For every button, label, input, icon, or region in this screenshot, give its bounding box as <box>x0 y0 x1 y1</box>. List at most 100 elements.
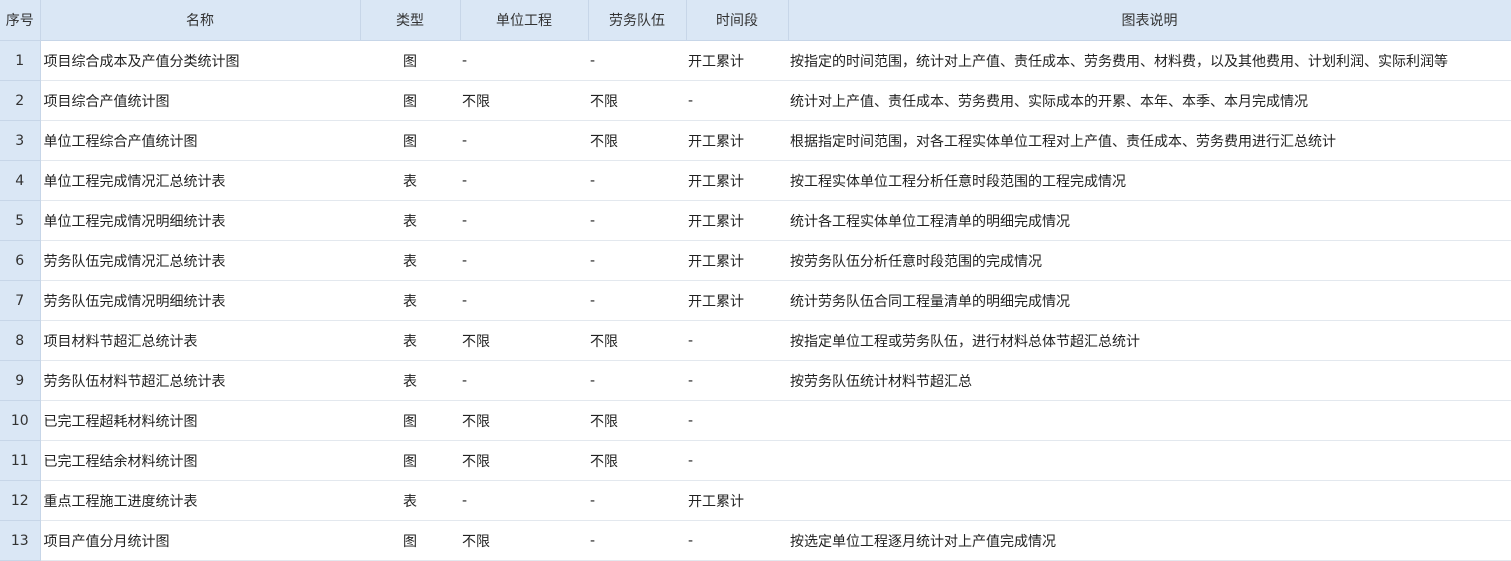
row-team: 不限 <box>588 320 686 361</box>
report-grid: 序号 名称 类型 单位工程 劳务队伍 时间段 图表说明 1 项目综合成本及产值分类… <box>0 0 1511 561</box>
row-period: 开工累计 <box>686 240 788 281</box>
table-row[interactable]: 12 重点工程施工进度统计表表 - - 开工累计 <box>0 480 1511 521</box>
row-type: 图 <box>360 80 460 121</box>
row-period: 开工累计 <box>686 280 788 321</box>
row-unit: 不限 <box>460 440 588 481</box>
row-type: 图 <box>360 120 460 161</box>
row-unit: - <box>460 40 588 81</box>
row-type: 图 <box>360 520 460 561</box>
report-table: 序号 名称 类型 单位工程 劳务队伍 时间段 图表说明 1 项目综合成本及产值分类… <box>0 0 1511 561</box>
header-row: 序号 名称 类型 单位工程 劳务队伍 时间段 图表说明 <box>0 0 1511 41</box>
row-team: 不限 <box>588 80 686 121</box>
row-name: 劳务队伍完成情况汇总统计表 <box>40 240 360 281</box>
col-header-team[interactable]: 劳务队伍 <box>588 0 687 41</box>
row-unit: 不限 <box>460 520 588 561</box>
row-description <box>788 480 1511 521</box>
row-team: - <box>588 480 686 521</box>
table-row[interactable]: 11 已完工程结余材料统计图图不限 不限 - <box>0 440 1511 481</box>
table-row[interactable]: 13 项目产值分月统计图图不限 - - 按选定单位工程逐月统计对上产值完成情况 <box>0 520 1511 561</box>
table-row[interactable]: 1 项目综合成本及产值分类统计图图 - - 开工累计 按指定的时间范围，统计对上产值、责任… <box>0 40 1511 81</box>
col-header-idx[interactable]: 序号 <box>0 0 41 41</box>
col-header-unit[interactable]: 单位工程 <box>460 0 589 41</box>
row-index: 9 <box>0 360 41 401</box>
row-period: - <box>686 520 788 561</box>
row-index: 13 <box>0 520 41 561</box>
row-period: - <box>686 360 788 401</box>
table-row[interactable]: 4 单位工程完成情况汇总统计表表 - - 开工累计 按工程实体单位工程分析任意时段范围的工… <box>0 160 1511 201</box>
row-index: 7 <box>0 280 41 321</box>
row-index: 2 <box>0 80 41 121</box>
row-unit: 不限 <box>460 320 588 361</box>
row-index: 1 <box>0 40 41 81</box>
table-row[interactable]: 7 劳务队伍完成情况明细统计表表 - - 开工累计 统计劳务队伍合同工程量清单的明细完成情… <box>0 280 1511 321</box>
row-team: 不限 <box>588 120 686 161</box>
col-header-desc[interactable]: 图表说明 <box>788 0 1511 41</box>
table-row[interactable]: 10 已完工程超耗材料统计图图不限 不限 - <box>0 400 1511 441</box>
row-team: 不限 <box>588 400 686 441</box>
row-period: 开工累计 <box>686 120 788 161</box>
table-row[interactable]: 8 项目材料节超汇总统计表表不限 不限 - 按指定单位工程或劳务队伍，进行材料总体节超汇… <box>0 320 1511 361</box>
col-header-name[interactable]: 名称 <box>40 0 361 41</box>
col-header-period[interactable]: 时间段 <box>686 0 789 41</box>
row-name: 项目材料节超汇总统计表 <box>40 320 360 361</box>
row-index: 11 <box>0 440 41 481</box>
table-row[interactable]: 2 项目综合产值统计图图不限 不限 - 统计对上产值、责任成本、劳务费用、实际成本的开累… <box>0 80 1511 121</box>
row-name: 劳务队伍材料节超汇总统计表 <box>40 360 360 401</box>
row-unit: - <box>460 480 588 521</box>
row-description <box>788 400 1511 441</box>
row-type: 图 <box>360 440 460 481</box>
row-description: 统计对上产值、责任成本、劳务费用、实际成本的开累、本年、本季、本月完成情况 <box>788 80 1511 121</box>
row-index: 10 <box>0 400 41 441</box>
row-team: 不限 <box>588 440 686 481</box>
row-unit: 不限 <box>460 400 588 441</box>
row-index: 12 <box>0 480 41 521</box>
row-name: 劳务队伍完成情况明细统计表 <box>40 280 360 321</box>
row-index: 8 <box>0 320 41 361</box>
row-unit: - <box>460 200 588 241</box>
row-unit: - <box>460 360 588 401</box>
row-index: 5 <box>0 200 41 241</box>
row-unit: - <box>460 240 588 281</box>
row-team: - <box>588 200 686 241</box>
row-name: 项目产值分月统计图 <box>40 520 360 561</box>
row-period: 开工累计 <box>686 480 788 521</box>
row-name: 已完工程结余材料统计图 <box>40 440 360 481</box>
col-header-type[interactable]: 类型 <box>360 0 461 41</box>
row-description: 按劳务队伍分析任意时段范围的完成情况 <box>788 240 1511 281</box>
row-description <box>788 440 1511 481</box>
row-unit: - <box>460 160 588 201</box>
row-type: 表 <box>360 280 460 321</box>
row-team: - <box>588 240 686 281</box>
row-team: - <box>588 40 686 81</box>
row-type: 图 <box>360 400 460 441</box>
row-name: 重点工程施工进度统计表 <box>40 480 360 521</box>
table-row[interactable]: 6 劳务队伍完成情况汇总统计表表 - - 开工累计 按劳务队伍分析任意时段范围的完成情况 <box>0 240 1511 281</box>
row-type: 图 <box>360 40 460 81</box>
row-type: 表 <box>360 200 460 241</box>
row-name: 单位工程综合产值统计图 <box>40 120 360 161</box>
row-name: 已完工程超耗材料统计图 <box>40 400 360 441</box>
table-row[interactable]: 9 劳务队伍材料节超汇总统计表表 - - - 按劳务队伍统计材料节超汇总 <box>0 360 1511 401</box>
row-description: 根据指定时间范围，对各工程实体单位工程对上产值、责任成本、劳务费用进行汇总统计 <box>788 120 1511 161</box>
row-description: 按选定单位工程逐月统计对上产值完成情况 <box>788 520 1511 561</box>
row-type: 表 <box>360 480 460 521</box>
row-period: 开工累计 <box>686 200 788 241</box>
row-period: - <box>686 400 788 441</box>
row-index: 4 <box>0 160 41 201</box>
row-period: - <box>686 80 788 121</box>
row-name: 项目综合产值统计图 <box>40 80 360 121</box>
table-row[interactable]: 5 单位工程完成情况明细统计表表 - - 开工累计 统计各工程实体单位工程清单的明细完成情… <box>0 200 1511 241</box>
row-name: 项目综合成本及产值分类统计图 <box>40 40 360 81</box>
row-period: - <box>686 440 788 481</box>
row-unit: - <box>460 280 588 321</box>
row-type: 表 <box>360 360 460 401</box>
row-index: 6 <box>0 240 41 281</box>
table-row[interactable]: 3 单位工程综合产值统计图图 - 不限 开工累计 根据指定时间范围，对各工程实体单位工程对… <box>0 120 1511 161</box>
row-type: 表 <box>360 320 460 361</box>
row-description: 统计劳务队伍合同工程量清单的明细完成情况 <box>788 280 1511 321</box>
row-description: 按指定单位工程或劳务队伍，进行材料总体节超汇总统计 <box>788 320 1511 361</box>
row-description: 按指定的时间范围，统计对上产值、责任成本、劳务费用、材料费，以及其他费用、计划利… <box>788 40 1511 81</box>
table-body: 1 项目综合成本及产值分类统计图图 - - 开工累计 按指定的时间范围，统计对上产值、责任… <box>0 40 1511 561</box>
row-description: 统计各工程实体单位工程清单的明细完成情况 <box>788 200 1511 241</box>
row-team: - <box>588 520 686 561</box>
